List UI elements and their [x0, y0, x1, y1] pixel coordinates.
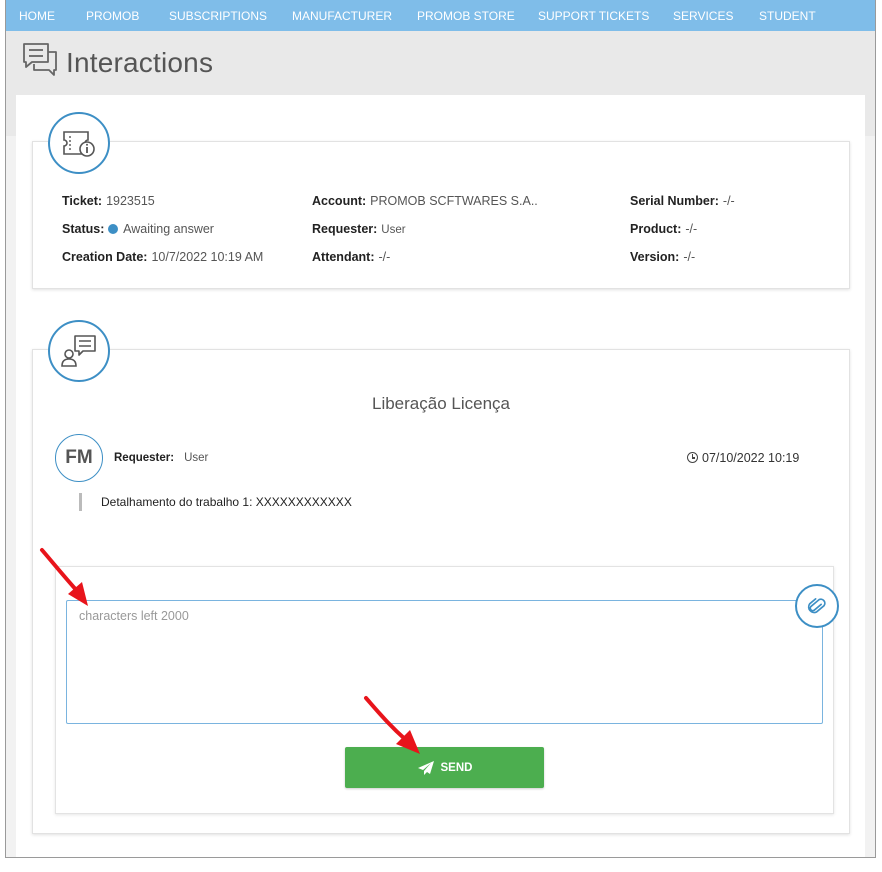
creation-date-value: 10/7/2022 10:19 AM	[151, 250, 264, 264]
requester-field: Requester: User	[312, 222, 406, 236]
annotation-arrow-textarea	[40, 548, 88, 606]
ticket-number-label: Ticket:	[62, 194, 103, 208]
message-timestamp-value: 07/10/2022 10:19	[702, 451, 800, 465]
nav-item-promob[interactable]: PROMOB	[86, 9, 139, 23]
nav-item-subscriptions[interactable]: SUBSCRIPTIONS	[169, 9, 267, 23]
version-value: -/-	[683, 250, 696, 264]
requester-label: Requester:	[312, 222, 378, 236]
message-requester-value: User	[184, 452, 209, 464]
requester-value: User	[381, 224, 406, 236]
nav-item-home[interactable]: HOME	[19, 9, 55, 23]
message-requester: Requester: User	[114, 452, 208, 464]
message-body: Detalhamento do trabalho 1: XXXXXXXXXXXX	[79, 493, 352, 511]
send-button-label: SEND	[440, 761, 473, 774]
attendant-value: -/-	[378, 250, 391, 264]
creation-date-label: Creation Date:	[62, 250, 148, 264]
status-value: Awaiting answer	[123, 222, 214, 236]
status-dot-icon	[108, 224, 119, 234]
nav-item-student[interactable]: STUDENT	[759, 9, 816, 23]
status-field: Status: Awaiting answer	[62, 222, 214, 236]
nav-item-support-tickets[interactable]: SUPPORT TICKETS	[538, 9, 649, 23]
app-window: HOME PROMOB SUBSCRIPTIONS MANUFACTURER P…	[5, 0, 876, 858]
message-requester-label: Requester:	[114, 452, 175, 464]
nav-item-manufacturer[interactable]: MANUFACTURER	[292, 9, 392, 23]
annotation-arrow-send	[364, 696, 420, 754]
version-field: Version: -/-	[630, 250, 695, 264]
account-field: Account: PROMOB SCFTWARES S.A..	[312, 194, 538, 208]
account-value: PROMOB SCFTWARES S.A..	[370, 194, 538, 208]
account-label: Account:	[312, 194, 367, 208]
message-timestamp: 07/10/2022 10:19	[687, 451, 799, 465]
nav-item-services[interactable]: SERVICES	[673, 9, 733, 23]
reply-textarea[interactable]	[66, 600, 823, 724]
attach-file-button[interactable]	[795, 584, 839, 628]
status-label: Status:	[62, 222, 105, 236]
version-label: Version:	[630, 250, 680, 264]
serial-number-value: -/-	[722, 194, 735, 208]
product-value: -/-	[685, 222, 698, 236]
creation-date-field: Creation Date: 10/7/2022 10:19 AM	[62, 250, 263, 264]
chat-bubbles-icon	[23, 43, 57, 76]
user-chat-icon	[48, 320, 110, 382]
product-field: Product: -/-	[630, 222, 697, 236]
serial-number-field: Serial Number: -/-	[630, 194, 735, 208]
conversation-subject: Liberação Licença	[372, 394, 510, 413]
nav-item-promob-store[interactable]: PROMOB STORE	[417, 9, 515, 23]
ticket-info-card: Ticket: 1923515 Status: Awaiting answer C…	[32, 141, 850, 289]
attendant-field: Attendant: -/-	[312, 250, 390, 264]
ticket-number-value: 1923515	[106, 194, 155, 208]
product-label: Product:	[630, 222, 682, 236]
top-navigation: HOME PROMOB SUBSCRIPTIONS MANUFACTURER P…	[6, 0, 875, 31]
page-title: Interactions	[66, 47, 214, 78]
avatar: FM	[55, 434, 103, 482]
ticket-number-field: Ticket: 1923515	[62, 194, 155, 208]
ticket-info-icon	[48, 112, 110, 174]
paper-plane-icon	[417, 760, 434, 775]
paperclip-icon	[807, 598, 826, 614]
attendant-label: Attendant:	[312, 250, 375, 264]
serial-number-label: Serial Number:	[630, 194, 719, 208]
clock-icon	[687, 452, 698, 463]
